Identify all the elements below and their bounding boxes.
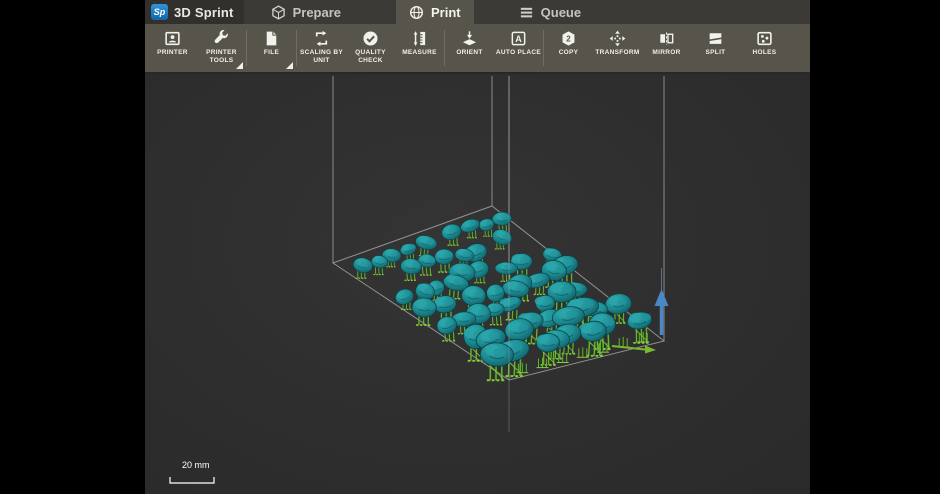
transform-icon — [609, 29, 626, 48]
sphere-icon — [409, 5, 424, 20]
toolbar-button-measure[interactable]: MEASURE — [395, 24, 444, 72]
tab-queue-label: Queue — [540, 4, 582, 20]
svg-text:A: A — [515, 34, 522, 44]
toolbar-button-auto-place[interactable]: A AUTO PLACE — [494, 24, 543, 72]
copy-icon: 2 — [560, 29, 577, 48]
file-icon — [263, 29, 280, 48]
toolbar-button-quality-check[interactable]: QUALITY CHECK — [346, 24, 395, 72]
tab-print-label: Print — [431, 4, 461, 20]
svg-text:2: 2 — [566, 34, 571, 43]
tab-prepare-label: Prepare — [292, 4, 342, 20]
scaling-icon — [313, 29, 330, 48]
toolbar-button-split[interactable]: SPLIT — [691, 24, 740, 72]
tab-print[interactable]: Print — [396, 0, 474, 24]
app-window: Sp 3D Sprint Prepare Print Queue PRINTER — [145, 0, 810, 494]
app-title: 3D Sprint — [174, 4, 234, 20]
dropdown-corner-icon — [286, 62, 293, 69]
scale-bar-label: 20 mm — [182, 460, 210, 470]
toolbar: PRINTER PRINTER TOOLS FILE SCALING BY UN… — [145, 24, 810, 74]
orient-icon — [461, 29, 478, 48]
holes-icon — [756, 29, 773, 48]
auto-place-icon: A — [510, 29, 527, 48]
app-logo-icon: Sp — [151, 4, 168, 20]
tab-bar: Sp 3D Sprint Prepare Print Queue — [145, 0, 810, 24]
toolbar-button-copy[interactable]: 2 COPY — [544, 24, 593, 72]
scale-bar: 20 mm — [169, 460, 215, 489]
printer-icon — [164, 29, 181, 48]
toolbar-button-scaling-by-unit[interactable]: SCALING BY UNIT — [297, 24, 346, 72]
scale-bar-bracket — [169, 477, 215, 484]
quality-check-icon — [362, 29, 379, 48]
cube-icon — [271, 4, 286, 20]
tab-queue[interactable]: Queue — [506, 0, 594, 24]
viewport-3d[interactable]: 20 mm — [145, 74, 810, 494]
toolbar-button-file[interactable]: FILE — [247, 24, 296, 72]
dropdown-corner-icon — [236, 62, 243, 69]
split-icon — [707, 29, 724, 48]
menu-icon — [519, 5, 534, 20]
toolbar-button-orient[interactable]: ORIENT — [445, 24, 494, 72]
mirror-icon — [658, 29, 675, 48]
build-platform-scene — [331, 76, 669, 432]
toolbar-button-printer-tools[interactable]: PRINTER TOOLS — [197, 24, 246, 72]
app-brand: Sp 3D Sprint — [145, 0, 244, 24]
toolbar-button-printer[interactable]: PRINTER — [148, 24, 197, 72]
screen-background: Sp 3D Sprint Prepare Print Queue PRINTER — [0, 0, 940, 494]
toolbar-button-holes[interactable]: HOLES — [740, 24, 789, 72]
wrench-icon — [213, 29, 230, 48]
measure-icon — [411, 29, 428, 48]
toolbar-button-mirror[interactable]: MIRROR — [642, 24, 691, 72]
toolbar-button-transform[interactable]: TRANSFORM — [593, 24, 642, 72]
tab-prepare[interactable]: Prepare — [258, 0, 354, 24]
